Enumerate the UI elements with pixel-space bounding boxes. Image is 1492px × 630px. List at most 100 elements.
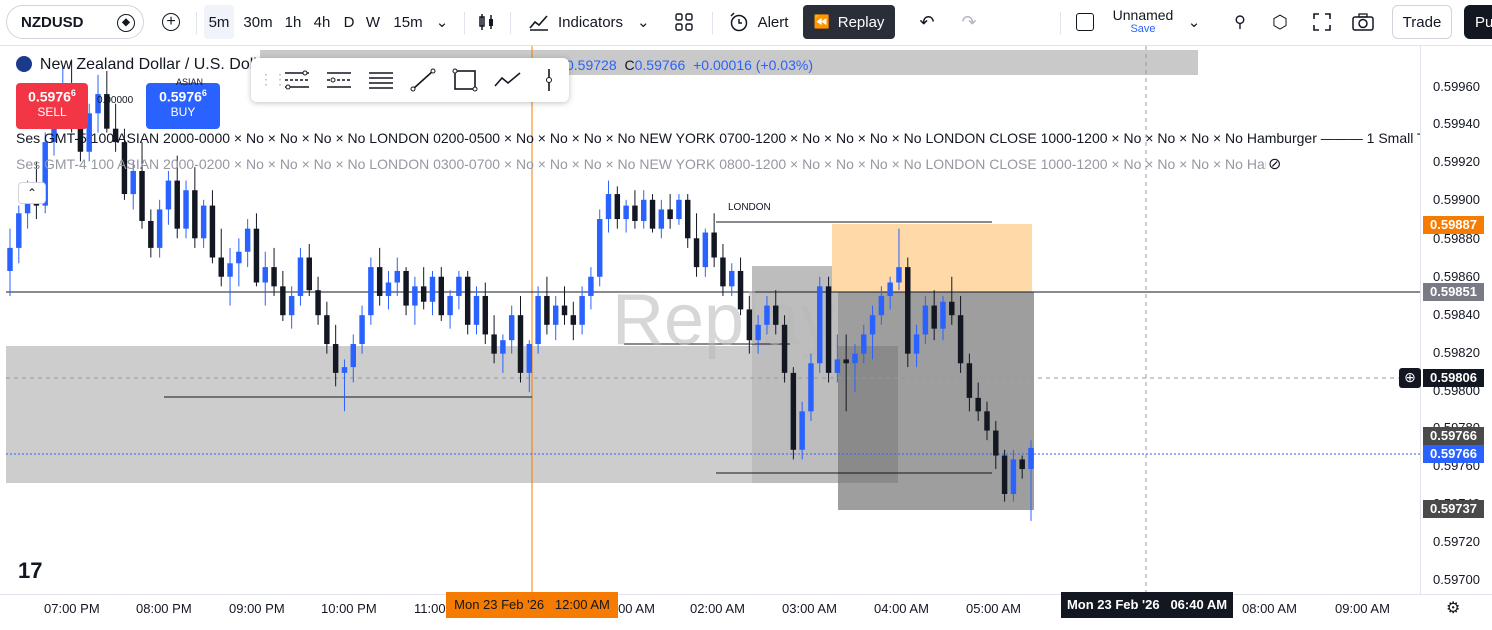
candle-body [288, 295, 295, 316]
candle-body [1010, 459, 1017, 495]
drawing-toolbar[interactable]: ⋮⋮ [251, 58, 569, 102]
fib-retracement-icon[interactable] [283, 68, 311, 92]
cursor-date: Mon 23 Feb '26 [1066, 597, 1160, 612]
layout-checkbox[interactable] [1072, 5, 1098, 39]
legend-ohlc: 0.59728 C0.59766 +0.00016 (+0.03%) [566, 57, 813, 73]
fib-extension-icon[interactable] [325, 68, 353, 92]
chevron-down-icon: ⌄ [1187, 14, 1201, 31]
hidden-eye-icon[interactable]: ⊘ [1268, 154, 1281, 174]
session-indicator-2[interactable]: Ses GMT-4 100 ASIAN 2000-0200 × No × No … [16, 156, 1266, 172]
price-tick: 0.59720 [1433, 534, 1480, 549]
candle-body [755, 324, 761, 341]
trade-button[interactable]: Trade [1392, 5, 1452, 39]
publish-button[interactable]: Pu [1464, 5, 1492, 39]
candle-body [16, 213, 22, 248]
interval-dropdown-button[interactable]: ⌄ [430, 5, 454, 39]
candle-body [685, 199, 691, 239]
gear-icon: ⬡ [1272, 11, 1288, 32]
interval-4h-button[interactable]: 4h [309, 5, 335, 39]
fullscreen-button[interactable] [1308, 5, 1336, 39]
candle-body [209, 205, 216, 258]
candle-body [156, 209, 163, 248]
candle-body [799, 411, 805, 450]
candle-body [456, 276, 462, 296]
interval-1h-button[interactable]: 1h [280, 5, 306, 39]
sell-button[interactable]: 0.59766 SELL [16, 83, 88, 129]
candle-body [236, 251, 242, 264]
price-axis-divider [1420, 46, 1421, 594]
candle-body [376, 267, 383, 296]
candle-body [368, 267, 374, 316]
candle-body [949, 301, 955, 316]
redo-button[interactable]: ↷ [954, 5, 984, 39]
candle-body [640, 199, 647, 221]
candle-body [491, 334, 497, 354]
session-indicator-1[interactable]: Ses GMT-5 100 ASIAN 2000-0000 × No × No … [16, 130, 1420, 146]
rectangle-icon[interactable] [451, 68, 479, 92]
time-tick: 08:00 PM [136, 601, 192, 616]
candle-body [817, 286, 823, 364]
indicators-button[interactable]: Indicators ⌄ [520, 5, 660, 39]
add-alert-crosshair-button[interactable]: ⊕ [1399, 368, 1421, 388]
candles-icon [479, 14, 493, 30]
candle-body [385, 282, 392, 296]
candle-body [253, 228, 260, 283]
layout-save-label: Save [1130, 23, 1156, 35]
candle-body [165, 180, 172, 210]
candle-body [596, 219, 603, 277]
price-tag-crosshair: 0.59806 [1423, 369, 1484, 387]
snapshot-button[interactable] [1348, 5, 1378, 39]
undo-button[interactable]: ↶ [912, 5, 942, 39]
collapse-legend-button[interactable]: ⌃ [18, 182, 46, 204]
settings-button[interactable]: ⬡ [1266, 5, 1294, 39]
candle-body [957, 315, 964, 364]
interval-30m-button[interactable]: 30m [240, 5, 276, 39]
interval-15m-button[interactable]: 15m [390, 5, 426, 39]
chart-type-button[interactable] [472, 5, 502, 39]
time-tick: 07:00 PM [44, 601, 100, 616]
candle-body [332, 344, 339, 373]
replay-button[interactable]: ⏪ Replay [803, 5, 895, 39]
interval-w-button[interactable]: W [362, 5, 384, 39]
diamond-icon[interactable]: ◆ [117, 14, 135, 32]
lightning-search-icon: ⚲ [1234, 14, 1246, 31]
candle-body [861, 334, 867, 354]
path-icon[interactable] [493, 68, 523, 92]
layouts-button[interactable] [670, 5, 698, 39]
price-tick: 0.59840 [1433, 307, 1480, 322]
candle-body [359, 315, 365, 345]
tradingview-logo: 17 [18, 558, 42, 583]
buy-button[interactable]: 0.59766 BUY [146, 83, 220, 129]
candle-body [623, 205, 629, 220]
axis-settings-button[interactable]: ⚙ [1446, 598, 1460, 618]
vertical-line-icon[interactable] [537, 68, 561, 92]
symbol-search-button[interactable]: NZDUSD ◆ [6, 5, 144, 39]
buy-price: 0.5976 [159, 88, 202, 105]
buy-label: BUY [170, 104, 196, 119]
candle-body [693, 238, 700, 268]
quick-search-button[interactable]: ⚲ [1226, 5, 1254, 39]
candle-body [200, 205, 207, 239]
time-tick: 04:00 AM [874, 601, 929, 616]
layout-dropdown-button[interactable]: ⌄ [1184, 5, 1204, 39]
alert-label: Alert [757, 13, 789, 31]
candle-body [350, 344, 356, 368]
horizontal-lines-icon[interactable] [367, 68, 395, 92]
layout-name-button[interactable]: Unnamed Save [1104, 5, 1182, 39]
candle-body [984, 411, 990, 431]
candle-body [975, 397, 981, 412]
candle-body [588, 276, 594, 296]
candle-body [218, 257, 224, 277]
interval-d-button[interactable]: D [339, 5, 359, 39]
trend-line-icon[interactable] [409, 68, 437, 92]
orange-zone [832, 224, 1032, 292]
candle-body [482, 295, 489, 335]
indicators-icon [529, 15, 548, 31]
interval-5m-button[interactable]: 5m [204, 5, 234, 39]
add-symbol-button[interactable]: + [156, 5, 186, 39]
candle-body [667, 209, 673, 220]
candle-body [878, 295, 885, 316]
candle-body [297, 257, 304, 296]
alert-button[interactable]: Alert [720, 5, 796, 39]
candle-body [403, 270, 409, 306]
